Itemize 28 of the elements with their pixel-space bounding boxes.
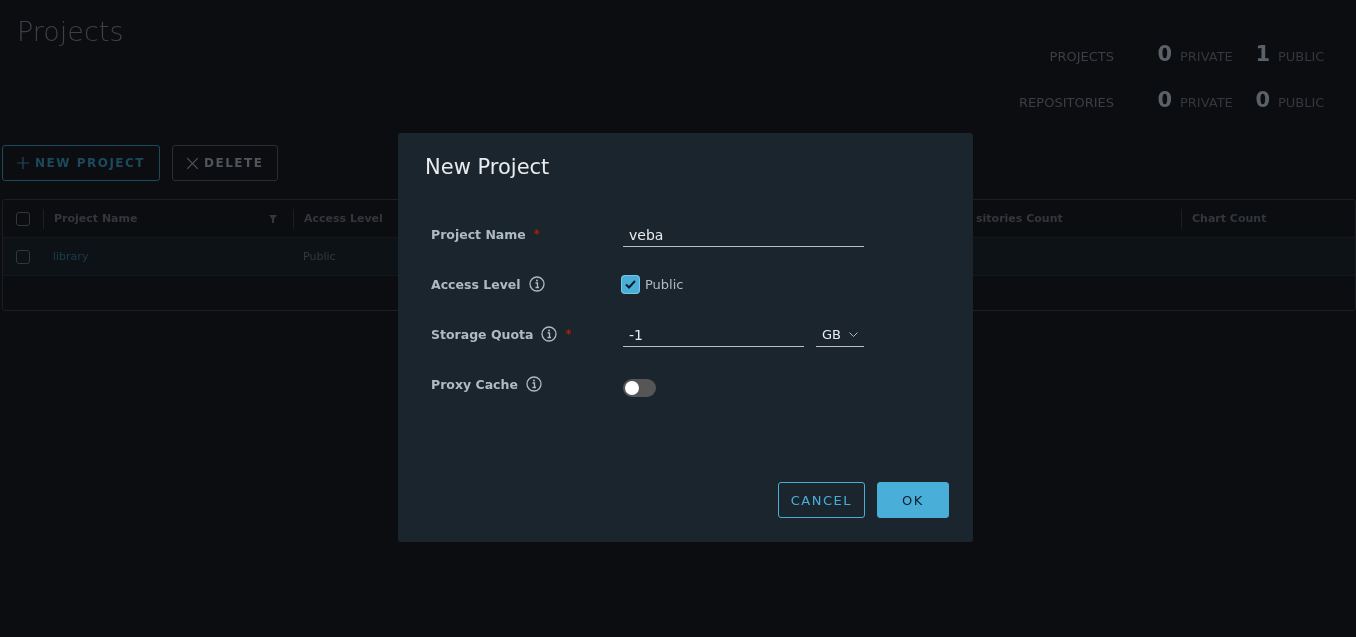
row-checkbox[interactable]	[16, 249, 30, 264]
unit-select[interactable]: GB	[816, 323, 864, 347]
field-label: Access Level	[431, 276, 521, 292]
cancel-button[interactable]: CANCEL	[777, 482, 865, 518]
close-icon	[187, 157, 199, 169]
checkbox-label: Public	[645, 276, 684, 292]
checkbox[interactable]	[622, 275, 639, 293]
check-icon	[625, 279, 636, 289]
quota-input[interactable]: -1	[623, 323, 804, 347]
count: 0	[1254, 88, 1271, 112]
plus-icon	[17, 157, 29, 169]
ok-button[interactable]: OK	[877, 482, 949, 518]
info-icon[interactable]	[541, 326, 558, 342]
required-mark: *	[565, 327, 572, 341]
required-mark: *	[533, 227, 540, 241]
field-label: Storage Quota	[431, 326, 534, 342]
project-name-input[interactable]: veba	[623, 223, 864, 247]
field-label: Project Name	[431, 226, 526, 242]
info-icon[interactable]	[528, 276, 545, 292]
count: 0	[1156, 88, 1173, 112]
toggle-switch[interactable]	[623, 379, 656, 397]
select-all-checkbox[interactable]	[16, 211, 30, 226]
count: 1	[1254, 42, 1271, 66]
info-icon[interactable]	[525, 376, 542, 392]
dialog-title: New Project	[425, 155, 551, 179]
chevron-down-icon[interactable]	[849, 331, 858, 338]
field-label: Proxy Cache	[431, 376, 518, 392]
count: 0	[1156, 42, 1173, 66]
